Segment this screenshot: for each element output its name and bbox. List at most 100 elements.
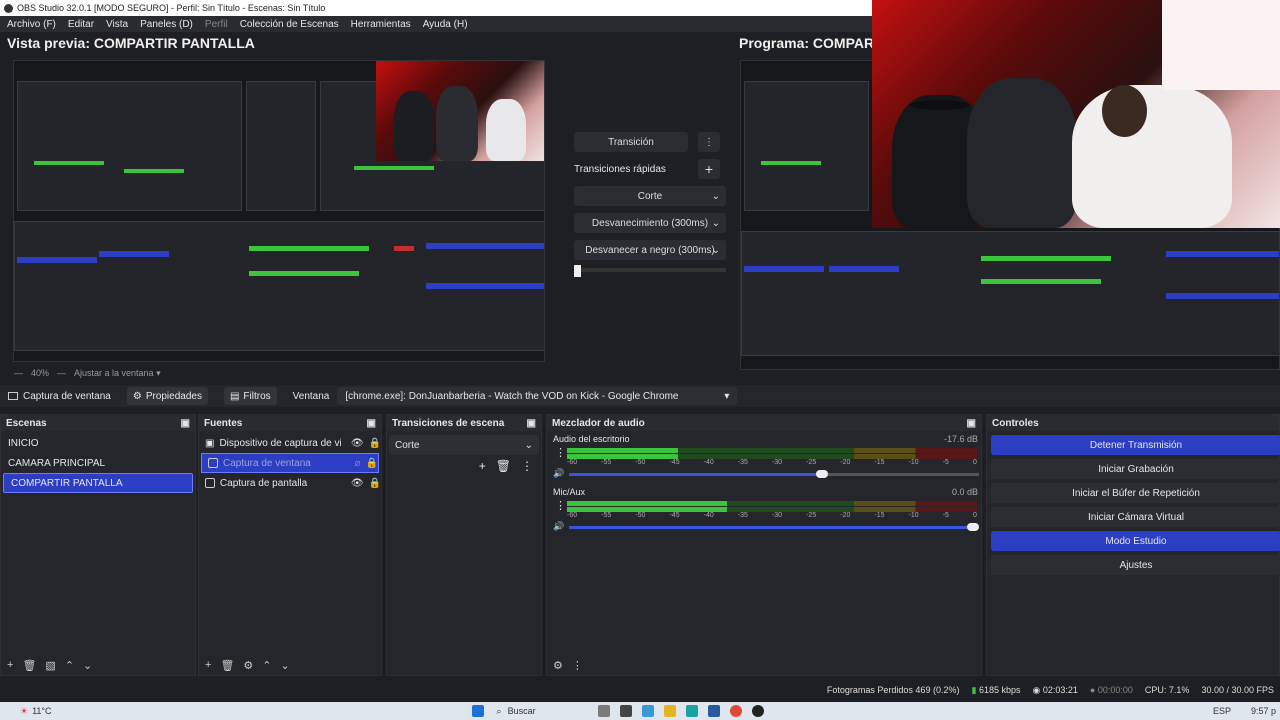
meter-tick-label: -20 xyxy=(840,512,851,519)
control-button-label: Detener Transmisión xyxy=(1089,439,1183,451)
lock-icon[interactable]: 🔒 xyxy=(366,458,378,469)
scene-item-camara-principal[interactable]: CAMARA PRINCIPAL xyxy=(1,453,195,473)
control-bufer-repeticion[interactable]: Iniciar el Búfer de Repetición xyxy=(991,483,1280,503)
obs-icon[interactable] xyxy=(751,705,764,717)
transition-button[interactable]: Transición xyxy=(574,132,688,152)
volume-slider[interactable] xyxy=(569,470,979,478)
transition-select[interactable]: Corte ⌄ xyxy=(389,435,539,455)
taskbar-app-icon[interactable] xyxy=(619,705,632,717)
undock-icon[interactable]: ▣ xyxy=(527,418,536,429)
move-down-icon[interactable]: ⌄ xyxy=(281,659,290,672)
meter-tick-label: 0 xyxy=(972,459,977,466)
folder-icon[interactable] xyxy=(663,705,676,717)
preview-canvas[interactable] xyxy=(13,60,545,362)
transition-button-label: Transición xyxy=(608,136,654,148)
meter-tick-label: 0 xyxy=(972,512,977,519)
lock-icon[interactable]: 🔒 xyxy=(369,478,381,489)
menu-archivo[interactable]: Archivo (F) xyxy=(7,19,56,30)
eye-icon[interactable]: 👁 xyxy=(351,478,364,489)
scene-item-inicio[interactable]: INICIO xyxy=(1,433,195,453)
undock-icon[interactable]: ▣ xyxy=(367,418,376,429)
menu-coleccion[interactable]: Colección de Escenas xyxy=(240,19,339,30)
menu-herramientas[interactable]: Herramientas xyxy=(351,19,411,30)
fit-window-dropdown[interactable]: Ajustar a la ventana ▾ xyxy=(74,368,161,379)
chevron-down-icon: ⌄ xyxy=(711,217,720,229)
window-select-value: [chrome.exe]: DonJuanbarberia - Watch th… xyxy=(345,390,679,402)
gear-icon[interactable]: ⚙ xyxy=(243,659,253,672)
stream-time: ◉ 02:03:21 xyxy=(1032,685,1077,696)
broadcast-icon: ◉ xyxy=(1032,684,1041,695)
window-select[interactable]: [chrome.exe]: DonJuanbarberia - Watch th… xyxy=(337,387,738,405)
quick-transition-fade-black[interactable]: Desvanecer a negro (300ms) ⌄ xyxy=(574,240,726,260)
eye-hidden-icon[interactable]: ⌀ xyxy=(355,458,361,469)
kebab-icon[interactable]: ⋮ xyxy=(555,446,566,459)
tbar-handle[interactable] xyxy=(574,265,581,277)
quick-transition-fade[interactable]: Desvanecimiento (300ms) ⌄ xyxy=(574,213,726,233)
delete-source-icon[interactable]: 🗑 xyxy=(220,659,234,672)
delete-transition-icon[interactable]: 🗑 xyxy=(496,459,511,473)
control-modo-estudio[interactable]: Modo Estudio xyxy=(991,531,1280,551)
taskbar-app-icon[interactable] xyxy=(641,705,654,717)
kebab-icon[interactable]: ⋮ xyxy=(572,659,583,672)
control-camara-virtual[interactable]: Iniciar Cámara Virtual xyxy=(991,507,1280,527)
speaker-icon[interactable]: 🔊 xyxy=(553,521,564,532)
filter-icon: ▤ xyxy=(229,390,240,402)
taskbar-app-icon[interactable] xyxy=(597,705,610,717)
fit-window-label: Ajustar a la ventana xyxy=(74,367,154,378)
taskbar-app-icon[interactable] xyxy=(685,705,698,717)
lock-icon[interactable]: 🔒 xyxy=(369,438,381,449)
mixer-channel: Mic/Aux 0.0 dB ⋮ -60 -55 -50 -45 -40 -35 -30 -25 -2… xyxy=(553,487,979,533)
menu-ayuda[interactable]: Ayuda (H) xyxy=(423,19,468,30)
filters-button[interactable]: ▤ Filtros xyxy=(223,387,277,405)
control-iniciar-grabacion[interactable]: Iniciar Grabación xyxy=(991,459,1280,479)
kebab-icon[interactable]: ⋮ xyxy=(521,459,533,473)
volume-slider-handle[interactable] xyxy=(967,523,979,531)
audio-meter xyxy=(567,501,977,506)
control-detener-transmision[interactable]: Detener Transmisión xyxy=(991,435,1280,455)
control-button-label: Iniciar el Búfer de Repetición xyxy=(1072,487,1200,499)
taskbar-app-icon[interactable] xyxy=(707,705,720,717)
add-quick-transition-button[interactable]: + xyxy=(698,159,720,179)
start-icon[interactable] xyxy=(471,705,484,717)
minus-icon[interactable]: — xyxy=(57,368,66,378)
menu-perfil[interactable]: Perfil xyxy=(205,19,228,30)
undock-icon[interactable]: ▣ xyxy=(967,418,976,429)
dropped-frames: Fotogramas Perdidos 469 (0.2%) xyxy=(826,685,960,695)
filter-icon[interactable]: ▧ xyxy=(45,659,55,672)
minus-icon[interactable]: — xyxy=(14,368,23,378)
language-indicator[interactable]: ESP xyxy=(1213,706,1231,716)
tbar-slider[interactable] xyxy=(574,265,726,277)
plus-icon: + xyxy=(704,161,714,177)
quick-transition-fade-black-label: Desvanecer a negro (300ms) xyxy=(585,244,715,256)
quick-transition-corte[interactable]: Corte ⌄ xyxy=(574,186,726,206)
source-item-window-capture[interactable]: Captura de ventana ⌀ 🔒 xyxy=(201,453,379,473)
kebab-icon[interactable]: ⋮ xyxy=(555,499,566,512)
delete-scene-icon[interactable]: 🗑 xyxy=(22,659,36,672)
meter-tick-label: -45 xyxy=(669,459,680,466)
properties-button[interactable]: ⚙ Propiedades xyxy=(126,387,208,405)
clock[interactable]: 9:57 p xyxy=(1251,706,1276,716)
transition-menu-button[interactable]: ⋮ xyxy=(698,132,720,152)
undock-icon[interactable]: ▣ xyxy=(181,418,190,429)
add-scene-icon[interactable]: + xyxy=(7,659,13,671)
eye-icon[interactable]: 👁 xyxy=(351,438,364,449)
control-ajustes[interactable]: Ajustes xyxy=(991,555,1280,575)
chrome-icon[interactable] xyxy=(729,705,742,717)
menu-editar[interactable]: Editar xyxy=(68,19,94,30)
speaker-icon[interactable]: 🔊 xyxy=(553,468,564,479)
source-item-video-capture[interactable]: ▣ Dispositivo de captura de vide 👁 🔒 xyxy=(199,433,381,453)
volume-slider-handle[interactable] xyxy=(815,470,828,478)
add-transition-icon[interactable]: + xyxy=(479,459,486,473)
add-source-icon[interactable]: + xyxy=(205,659,211,671)
move-up-icon[interactable]: ⌃ xyxy=(262,659,271,672)
volume-slider[interactable] xyxy=(569,523,979,531)
scene-item-compartir-pantalla[interactable]: COMPARTIR PANTALLA xyxy=(3,473,193,493)
audio-meter xyxy=(567,507,977,512)
move-down-icon[interactable]: ⌄ xyxy=(83,659,92,672)
source-item-screen-capture[interactable]: Captura de pantalla 👁 🔒 xyxy=(199,473,381,493)
move-up-icon[interactable]: ⌃ xyxy=(65,659,74,672)
mixer-settings-icon[interactable]: ⚙ xyxy=(553,659,563,672)
search-box[interactable]: ⌕ Buscar xyxy=(497,706,593,717)
menu-paneles[interactable]: Paneles (D) xyxy=(140,19,193,30)
menu-vista[interactable]: Vista xyxy=(106,19,128,30)
